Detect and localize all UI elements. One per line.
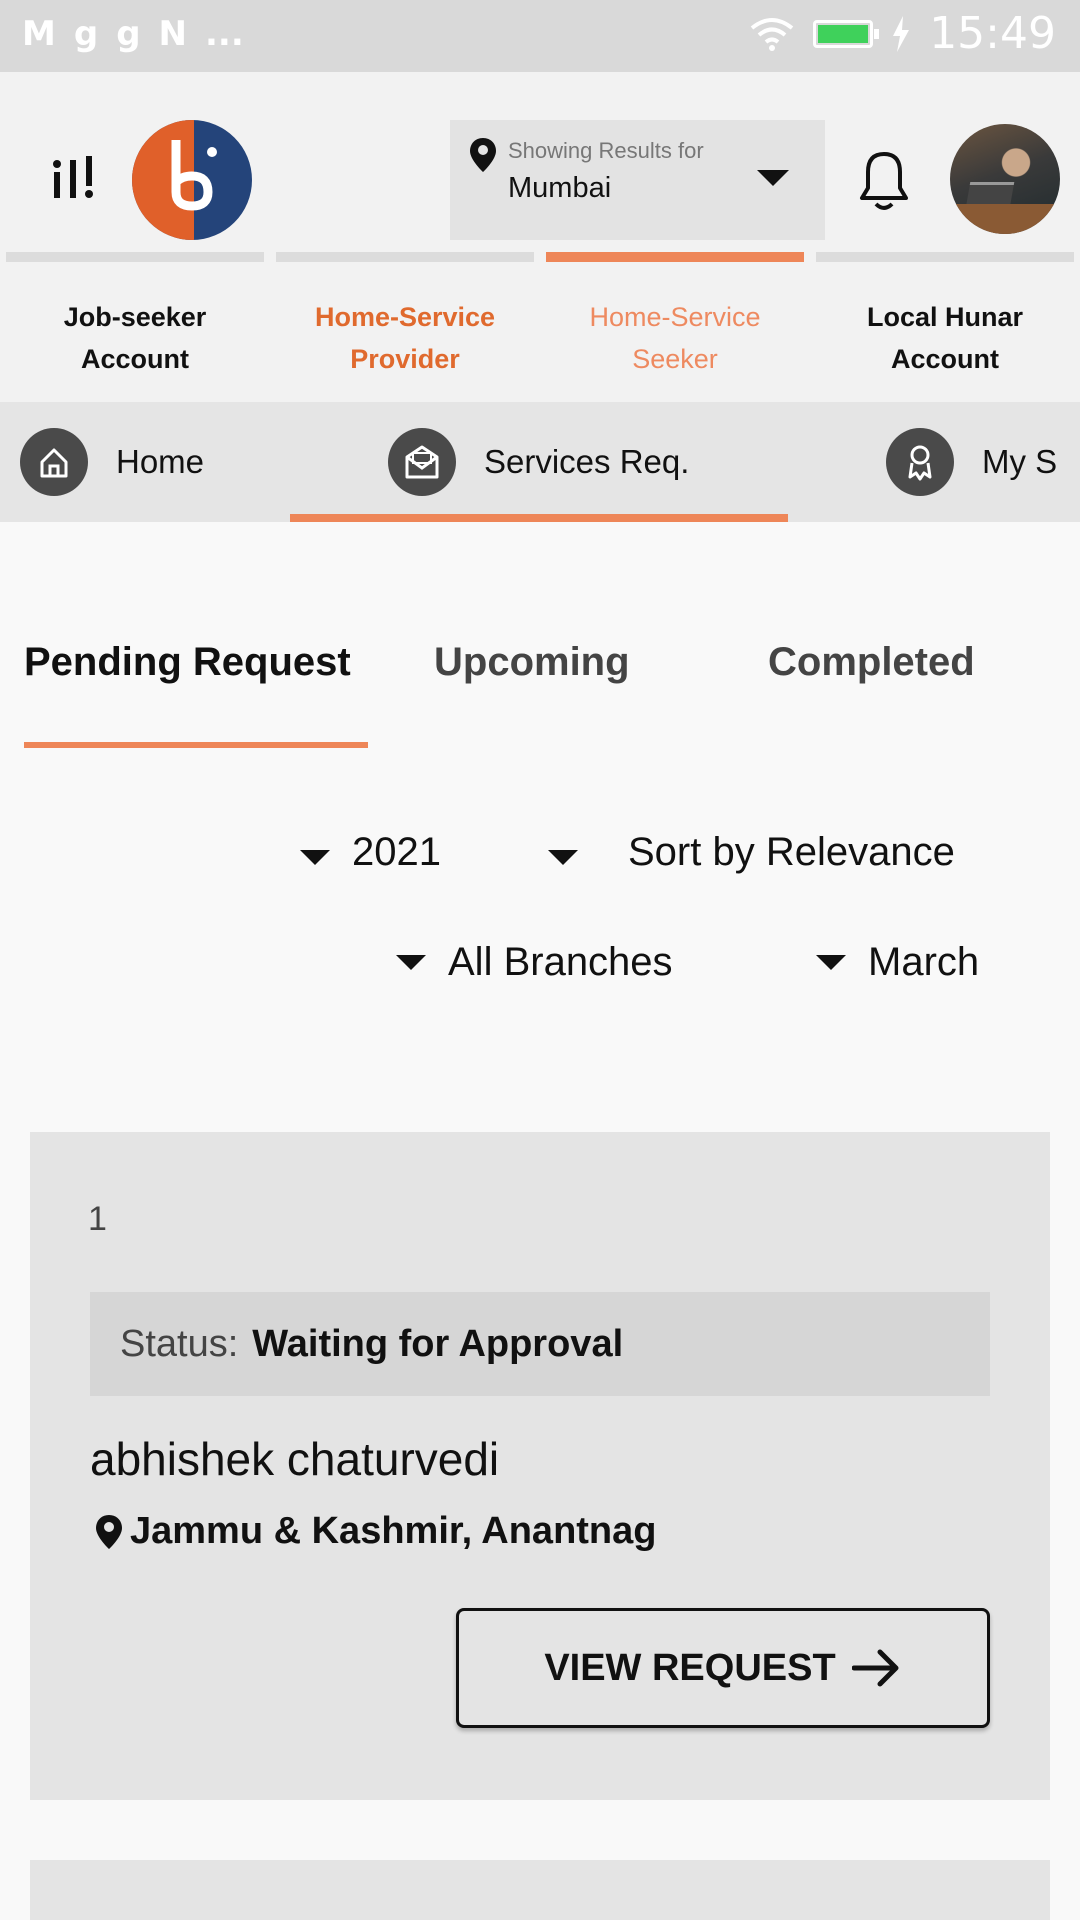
- branch-dropdown[interactable]: All Branches: [396, 940, 673, 985]
- arrow-right-icon: [851, 1649, 899, 1687]
- tab-label-line2: Account: [81, 344, 189, 374]
- tab-home-service-seeker[interactable]: Home-Service Seeker: [546, 252, 804, 402]
- location-text: Jammu & Kashmir, Anantnag: [130, 1510, 657, 1552]
- sort-dropdown[interactable]: Sort by Relevance: [548, 830, 955, 875]
- branch-value: All Branches: [448, 940, 673, 984]
- tab-label-line2: Provider: [350, 344, 460, 374]
- tab-pending-request[interactable]: Pending Request: [24, 640, 368, 685]
- requester-name: abhishek chaturvedi: [90, 1433, 500, 1485]
- more-notifications-icon: ...: [205, 14, 244, 54]
- month-value: March: [868, 940, 980, 984]
- caret-down-icon: [396, 955, 426, 970]
- tab-label-line1: Local Hunar: [866, 302, 1024, 332]
- user-icon: [886, 428, 954, 496]
- request-card-next: [30, 1860, 1050, 1920]
- app-g-icon: g: [116, 14, 141, 54]
- view-request-label: VIEW REQUEST: [544, 1646, 836, 1689]
- location-pin-icon: [470, 138, 496, 172]
- location-label: Showing Results for: [508, 138, 704, 163]
- year-dropdown[interactable]: 2021: [300, 830, 441, 875]
- year-value: 2021: [352, 830, 441, 874]
- request-card: 1 Status: Waiting for Approval abhishek …: [30, 1132, 1050, 1800]
- app-header: Showing Results for Mumbai: [0, 72, 1080, 252]
- tab-home-service-provider[interactable]: Home-Service Provider: [276, 252, 534, 402]
- nav-label-services-req: Services Req.: [484, 443, 690, 480]
- nav-label-home: Home: [116, 443, 205, 480]
- tab-label-line1: Job-seeker: [63, 302, 207, 332]
- app-g-icon: g: [73, 14, 99, 54]
- notification-bell-icon[interactable]: [852, 146, 916, 214]
- tab-label-line1: Home-Service: [589, 302, 761, 332]
- wifi-icon: [750, 17, 794, 51]
- charging-icon: [893, 15, 910, 52]
- clock: 15:49: [929, 8, 1056, 59]
- sort-value: Sort by Relevance: [628, 830, 955, 874]
- chevron-down-icon: [757, 170, 789, 186]
- tab-job-seeker-account[interactable]: Job-seeker Account: [6, 252, 264, 402]
- active-subtab-indicator: [24, 742, 368, 748]
- home-icon: [20, 428, 88, 496]
- status-box: Status: Waiting for Approval: [90, 1292, 990, 1396]
- request-status-tabs: Pending Request Upcoming Completed: [0, 640, 1080, 750]
- nav-item-home[interactable]: Home: [20, 402, 204, 522]
- tab-completed[interactable]: Completed: [768, 640, 975, 685]
- menu-icon[interactable]: [50, 152, 100, 202]
- requester-location: Jammu & Kashmir, Anantnag: [96, 1510, 657, 1553]
- nav-item-services-req[interactable]: Services Req.: [388, 402, 689, 522]
- gmail-icon: M: [22, 14, 56, 54]
- status-key: Status:: [120, 1322, 239, 1365]
- app-logo: [132, 120, 252, 240]
- caret-down-icon: [816, 955, 846, 970]
- location-selector[interactable]: Showing Results for Mumbai: [450, 120, 825, 240]
- mail-icon: [388, 428, 456, 496]
- nav-label-my-services: My S: [982, 443, 1058, 480]
- location-city: Mumbai: [508, 172, 612, 204]
- section-nav: Home Services Req. My S: [0, 402, 1080, 522]
- request-index: 1: [88, 1200, 107, 1238]
- account-tabs: Job-seeker Account Home-Service Provider…: [0, 252, 1080, 402]
- nav-item-my-services[interactable]: My S: [886, 402, 1062, 522]
- tab-label-line2: Seeker: [632, 344, 718, 374]
- status-value: Waiting for Approval: [252, 1322, 624, 1365]
- location-pin-icon: [96, 1514, 122, 1549]
- user-avatar[interactable]: [950, 124, 1060, 234]
- app-n-icon: N: [158, 14, 187, 54]
- tab-local-hunar-account[interactable]: Local Hunar Account: [816, 252, 1074, 402]
- view-request-button[interactable]: VIEW REQUEST: [456, 1608, 990, 1728]
- status-bar: M g g N ... 15:49: [0, 0, 1080, 72]
- tab-label-line1: Home-Service: [314, 302, 496, 332]
- tab-label-line2: Account: [891, 344, 999, 374]
- caret-down-icon: [548, 850, 578, 865]
- month-dropdown[interactable]: March: [816, 940, 979, 985]
- active-nav-indicator: [290, 514, 788, 522]
- tab-upcoming[interactable]: Upcoming: [434, 640, 630, 685]
- notification-icons: M g g N ...: [22, 14, 244, 54]
- battery-icon: [813, 19, 880, 48]
- caret-down-icon: [300, 850, 330, 865]
